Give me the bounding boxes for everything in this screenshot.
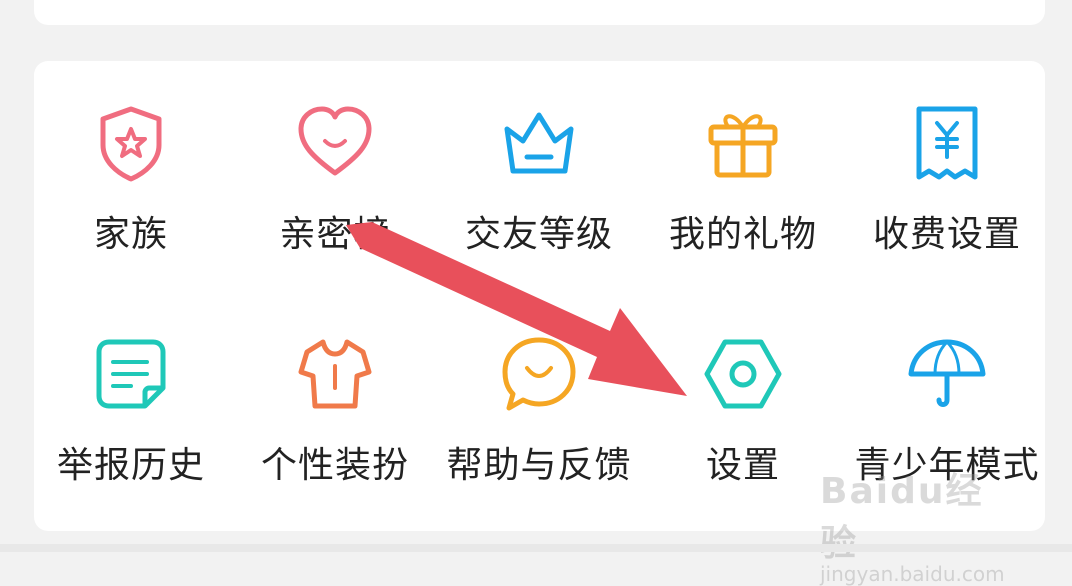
chat-bubble-icon xyxy=(502,337,576,411)
menu-item-label: 设置 xyxy=(705,445,780,486)
note-icon xyxy=(96,339,166,409)
menu-item-label: 亲密榜 xyxy=(279,214,391,255)
menu-item-label: 举报历史 xyxy=(56,445,205,486)
watermark-url: jingyan.baidu.com xyxy=(820,562,1005,586)
menu-item-settings[interactable]: 设置 xyxy=(643,332,843,512)
menu-item-family[interactable]: 家族 xyxy=(31,101,231,281)
top-card xyxy=(34,0,1045,25)
menu-item-label: 交友等级 xyxy=(464,214,613,255)
menu-item-personal-dressup[interactable]: 个性装扮 xyxy=(235,332,435,512)
next-card-edge xyxy=(0,544,1072,552)
receipt-yen-icon xyxy=(916,106,978,180)
menu-item-my-gifts[interactable]: 我的礼物 xyxy=(643,101,843,281)
menu-grid-card: 家族 亲密榜 交友等级 我的礼物 收费设置 举报历史 个性装扮 帮助与反馈 设置… xyxy=(34,61,1045,531)
heart-icon xyxy=(298,106,372,176)
hex-nut-icon xyxy=(704,339,782,409)
menu-item-label: 青少年模式 xyxy=(854,445,1040,486)
umbrella-icon xyxy=(908,339,986,407)
menu-item-friend-level[interactable]: 交友等级 xyxy=(439,101,639,281)
menu-item-teen-mode[interactable]: 青少年模式 xyxy=(847,332,1047,512)
menu-item-label: 个性装扮 xyxy=(260,445,409,486)
gift-icon xyxy=(708,114,778,178)
menu-item-report-history[interactable]: 举报历史 xyxy=(31,332,231,512)
crown-icon xyxy=(504,112,574,174)
menu-item-label: 收费设置 xyxy=(872,214,1021,255)
menu-item-fee-settings[interactable]: 收费设置 xyxy=(847,101,1047,281)
menu-item-intimacy-rank[interactable]: 亲密榜 xyxy=(235,101,435,281)
shirt-icon xyxy=(298,339,372,409)
menu-item-label: 我的礼物 xyxy=(668,214,817,255)
menu-item-label: 帮助与反馈 xyxy=(446,445,632,486)
menu-item-help-feedback[interactable]: 帮助与反馈 xyxy=(439,332,639,512)
menu-item-label: 家族 xyxy=(93,214,168,255)
shield-star-icon xyxy=(100,106,162,182)
